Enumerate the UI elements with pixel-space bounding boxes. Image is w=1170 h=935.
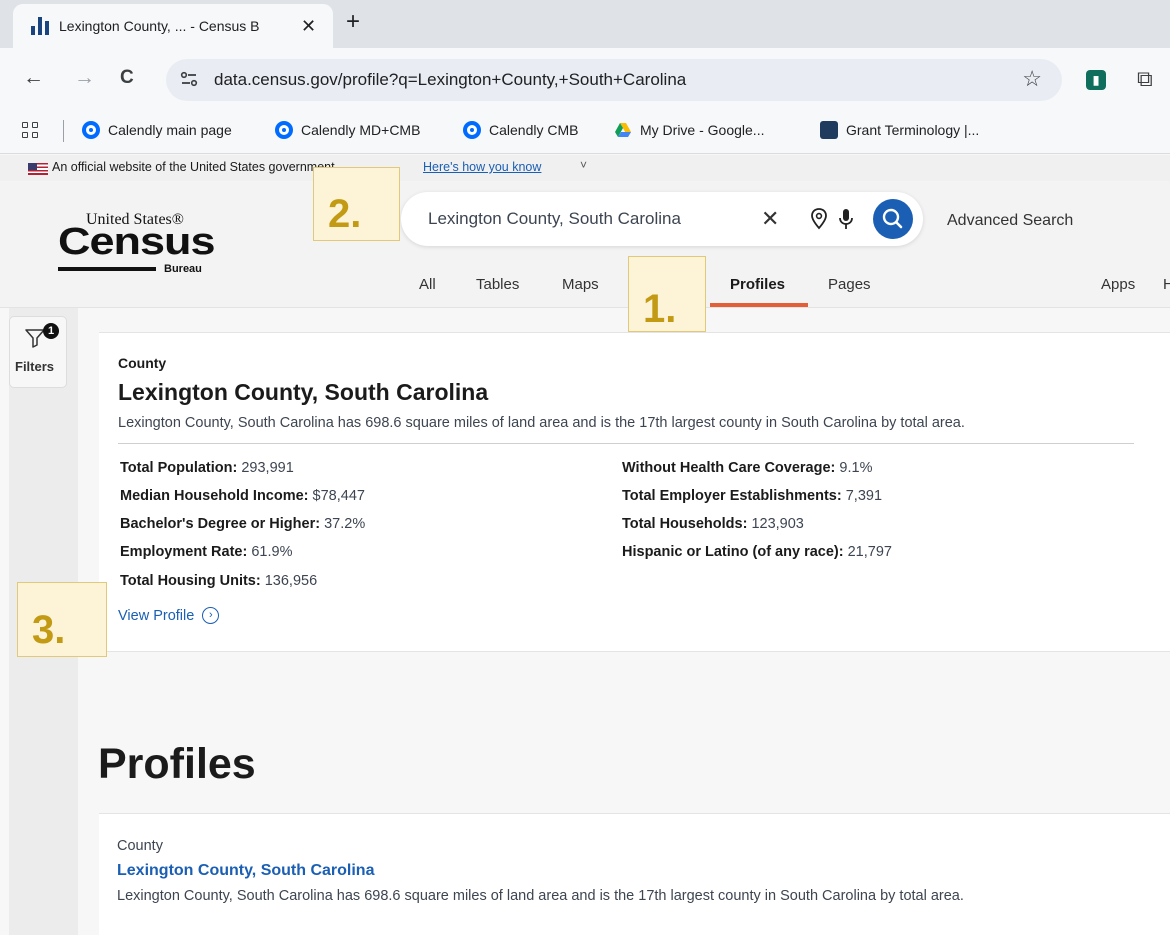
- view-profile-label: View Profile: [118, 607, 195, 624]
- stat-median-household-income: Median Household Income: $78,447: [120, 488, 365, 504]
- heres-how-you-know-link[interactable]: Here's how you know: [423, 160, 541, 174]
- view-profile-link[interactable]: View Profile ›: [118, 607, 220, 624]
- tab-help[interactable]: H: [1163, 276, 1170, 293]
- forward-arrow-icon[interactable]: →: [74, 66, 95, 90]
- chevron-down-icon[interactable]: ˅: [580, 158, 587, 172]
- back-arrow-icon[interactable]: ←: [23, 66, 44, 90]
- extensions-puzzle-icon[interactable]: ⧉: [1137, 66, 1153, 92]
- bookmark-calendly-cmb[interactable]: Calendly CMB: [463, 121, 578, 139]
- tab-tables[interactable]: Tables: [476, 276, 519, 293]
- tab-maps[interactable]: Maps: [562, 276, 599, 293]
- tab-title: Lexington County, ... - Census B: [59, 18, 260, 34]
- calendly-icon: [463, 121, 481, 139]
- stat-total-housing-units: Total Housing Units: 136,956: [120, 573, 318, 589]
- reload-icon[interactable]: C: [120, 67, 134, 89]
- result-description: Lexington County, South Carolina has 698…: [117, 888, 964, 904]
- card-title: Lexington County, South Carolina: [118, 379, 489, 405]
- new-tab-button[interactable]: +: [346, 8, 360, 36]
- result-geo-type: County: [117, 838, 163, 854]
- logo-bureau: Bureau: [164, 263, 202, 275]
- bookmark-label: My Drive - Google...: [640, 122, 765, 138]
- census-logo[interactable]: United States® Census Bureau: [58, 201, 218, 281]
- microphone-icon[interactable]: [837, 207, 855, 231]
- profiles-heading: Profiles: [98, 740, 256, 788]
- apps-grid-icon[interactable]: [22, 122, 38, 138]
- search-icon: [882, 208, 903, 229]
- card-geo-type: County: [118, 355, 167, 371]
- browser-toolbar: ← → C data.census.gov/profile?q=Lexingto…: [0, 48, 1170, 110]
- calendly-icon: [82, 121, 100, 139]
- gov-banner-text: An official website of the United States…: [52, 160, 335, 174]
- bookmarks-separator: [63, 120, 64, 142]
- logo-census: Census: [58, 219, 216, 263]
- grant-icon: [820, 121, 838, 139]
- address-bar[interactable]: data.census.gov/profile?q=Lexington+Coun…: [166, 59, 1062, 101]
- location-pin-icon[interactable]: [809, 207, 829, 231]
- bookmark-my-drive[interactable]: My Drive - Google...: [614, 121, 764, 139]
- census-header: United States® Census Bureau Lexington C…: [0, 181, 1170, 308]
- logo-bar: [58, 267, 156, 271]
- extension-icon[interactable]: ▮: [1086, 70, 1106, 90]
- bookmark-label: Calendly CMB: [489, 122, 579, 138]
- stat-without-health-coverage: Without Health Care Coverage: 9.1%: [622, 460, 873, 476]
- bookmark-label: Calendly MD+CMB: [301, 122, 421, 138]
- stat-total-households: Total Households: 123,903: [622, 516, 804, 532]
- chevron-right-circle-icon: ›: [202, 607, 220, 624]
- bookmark-label: Grant Terminology |...: [846, 122, 980, 138]
- tab-close-icon[interactable]: ✕: [301, 16, 316, 37]
- stat-employer-establishments: Total Employer Establishments: 7,391: [622, 488, 883, 504]
- stat-bachelors-degree: Bachelor's Degree or Higher: 37.2%: [120, 516, 366, 532]
- google-drive-icon: [615, 123, 631, 137]
- bookmark-calendly-md-cmb[interactable]: Calendly MD+CMB: [275, 121, 420, 139]
- search-button[interactable]: [873, 199, 913, 239]
- filter-count-badge: 1: [43, 323, 59, 339]
- search-input[interactable]: Lexington County, South Carolina ✕: [401, 192, 923, 246]
- tab-pages[interactable]: Pages: [828, 276, 871, 293]
- bookmark-star-icon[interactable]: ☆: [1022, 66, 1042, 92]
- bookmark-label: Calendly main page: [108, 122, 232, 138]
- filters-label: Filters: [15, 359, 55, 374]
- gov-banner: An official website of the United States…: [0, 155, 1170, 181]
- callout-2: 2.: [313, 167, 400, 241]
- bookmark-grant-terminology[interactable]: Grant Terminology |...: [820, 121, 979, 139]
- active-tab-underline: [710, 303, 808, 307]
- profile-card: County Lexington County, South Carolina …: [99, 332, 1170, 652]
- site-info-icon[interactable]: [178, 68, 200, 90]
- url-text: data.census.gov/profile?q=Lexington+Coun…: [214, 70, 687, 89]
- stat-hispanic-latino: Hispanic or Latino (of any race): 21,797: [622, 544, 892, 560]
- browser-tab-bar: Lexington County, ... - Census B ✕ +: [0, 0, 1170, 48]
- bookmarks-bar: Calendly main page Calendly MD+CMB Calen…: [0, 110, 1170, 154]
- filters-button[interactable]: 1 Filters: [9, 316, 67, 388]
- census-favicon-icon: [31, 17, 49, 35]
- tab-all[interactable]: All: [419, 276, 436, 293]
- bookmark-calendly-main[interactable]: Calendly main page: [82, 121, 232, 139]
- calendly-icon: [275, 121, 293, 139]
- tab-profiles[interactable]: Profiles: [730, 276, 785, 293]
- clear-search-icon[interactable]: ✕: [761, 206, 779, 232]
- stat-total-population: Total Population: 293,991: [120, 460, 294, 476]
- advanced-search-link[interactable]: Advanced Search: [947, 212, 1073, 230]
- browser-tab[interactable]: Lexington County, ... - Census B ✕: [13, 4, 333, 48]
- tab-apps[interactable]: Apps: [1101, 276, 1135, 293]
- search-value: Lexington County, South Carolina: [428, 209, 681, 228]
- us-flag-icon: [28, 163, 48, 175]
- callout-3: 3.: [17, 582, 107, 657]
- card-description: Lexington County, South Carolina has 698…: [118, 415, 965, 431]
- card-divider: [118, 443, 1134, 444]
- stat-employment-rate: Employment Rate: 61.9%: [120, 544, 293, 560]
- callout-1: 1.: [628, 256, 706, 332]
- profile-result-item: County Lexington County, South Carolina …: [99, 813, 1170, 935]
- result-title-link[interactable]: Lexington County, South Carolina: [117, 862, 374, 880]
